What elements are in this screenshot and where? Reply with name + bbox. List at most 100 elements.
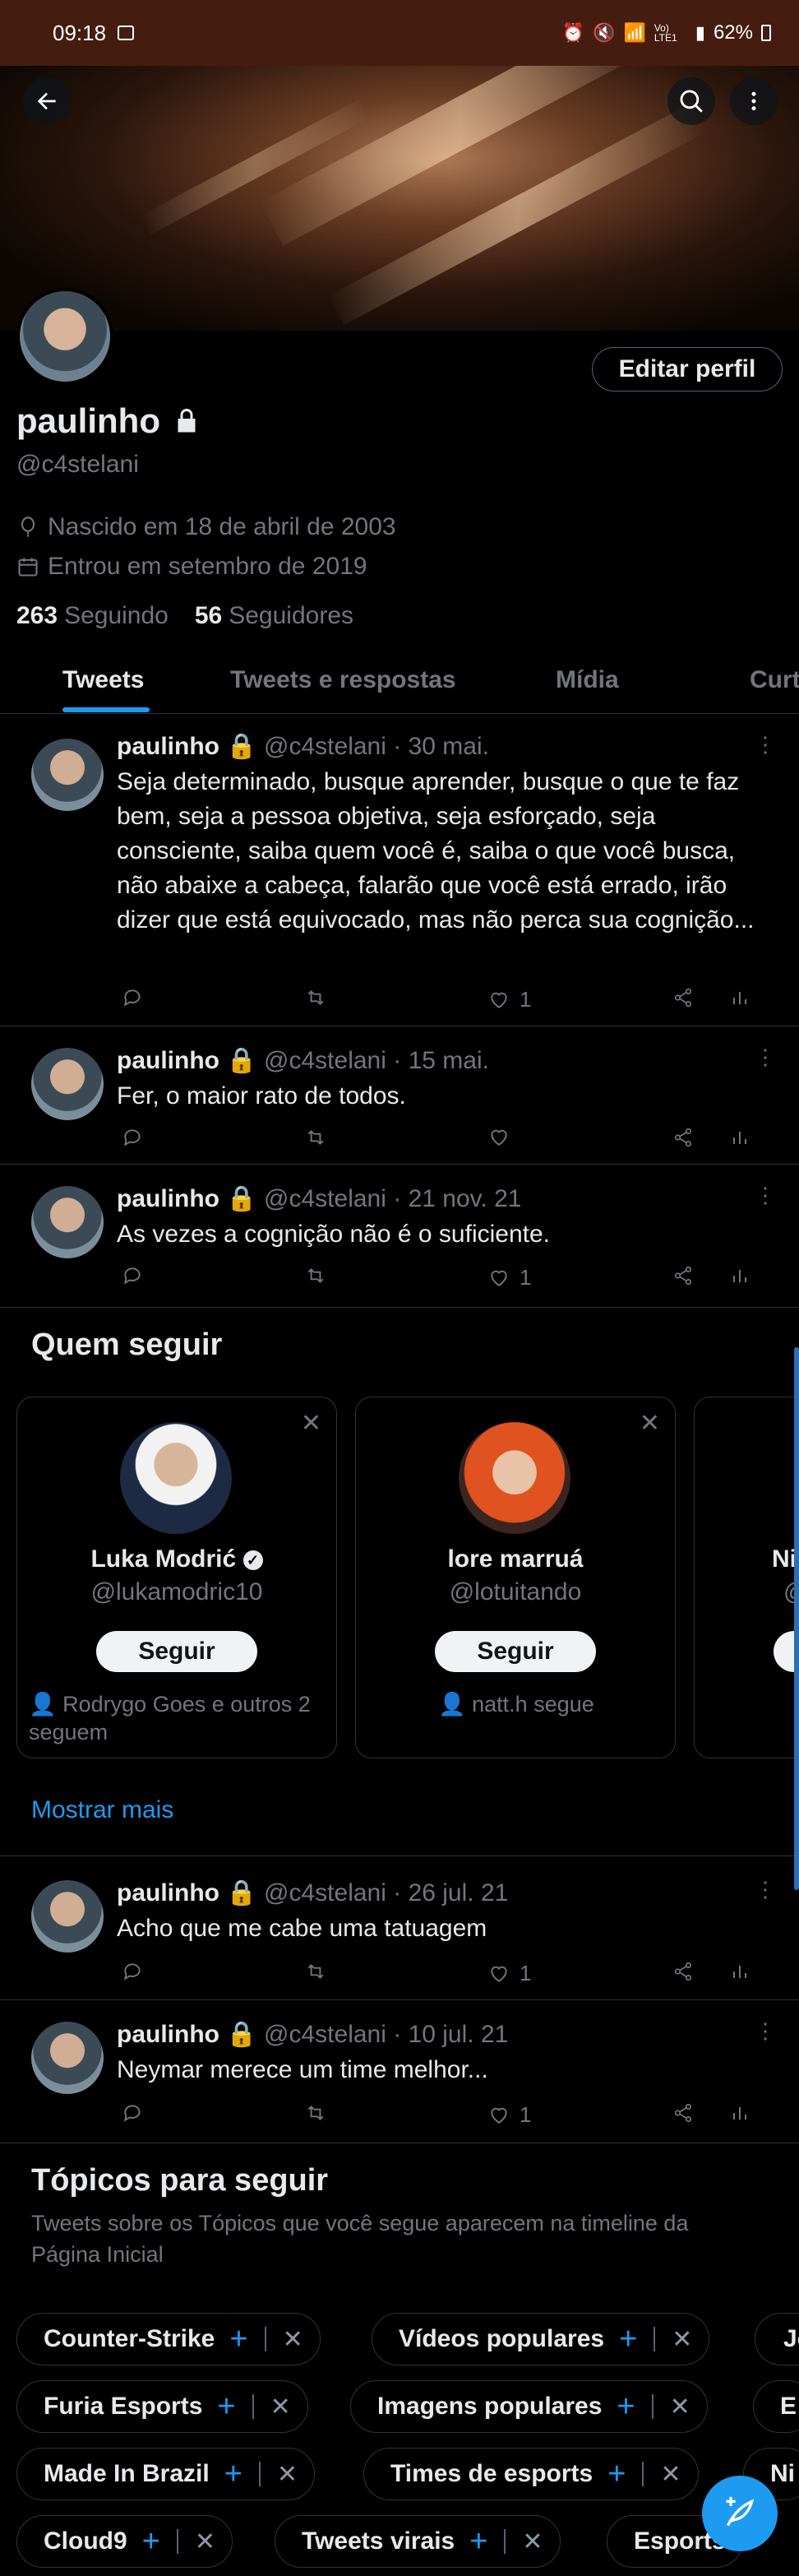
topic-chip[interactable]: Counter-Strike + ✕	[16, 2313, 321, 2365]
reply-icon[interactable]	[122, 1127, 143, 1148]
tweet-date[interactable]: 15 mai.	[409, 1047, 489, 1074]
tab-tweets[interactable]: Tweets	[62, 666, 144, 694]
follow-card[interactable]: ✕ Luka Modrić ✓ @lukamodric10 Seguir 👤 R…	[16, 1397, 337, 1758]
plus-icon[interactable]: +	[224, 2457, 242, 2492]
tab-media[interactable]: Mídia	[556, 666, 619, 694]
follow-button[interactable]: Seguir	[96, 1631, 257, 1672]
close-icon[interactable]: ✕	[522, 2527, 543, 2556]
plus-icon[interactable]: +	[619, 2322, 637, 2357]
tweet-date[interactable]: 21 nov. 21	[409, 1185, 522, 1212]
retweet-icon[interactable]	[304, 2102, 327, 2124]
tweet-more-icon[interactable]: ⋮	[755, 1183, 776, 1208]
share-icon[interactable]	[672, 1127, 694, 1148]
tweet[interactable]: paulinho 🔒 @c4stelani · 30 mai. ⋮ Seja d…	[0, 714, 799, 1026]
close-icon[interactable]: ✕	[660, 2460, 681, 2489]
tweet[interactable]: paulinho 🔒 @c4stelani · 15 mai. ⋮ Fer, o…	[0, 1026, 799, 1165]
plus-icon[interactable]: +	[469, 2524, 487, 2560]
topic-chip[interactable]: Made In Brazil + ✕	[16, 2448, 316, 2500]
show-more-link[interactable]: Mostrar mais	[31, 1796, 173, 1824]
follow-button[interactable]: Seguir	[435, 1631, 596, 1672]
topic-chip[interactable]: E	[753, 2380, 799, 2433]
tweet-author[interactable]: paulinho	[117, 1185, 219, 1212]
card-avatar[interactable]	[459, 1422, 570, 1534]
close-icon[interactable]: ✕	[301, 1409, 321, 1438]
close-icon[interactable]: ✕	[277, 2460, 298, 2489]
plus-icon[interactable]: +	[217, 2389, 235, 2425]
reply-icon[interactable]	[122, 1961, 143, 1982]
topic-chip[interactable]: Cloud9 + ✕	[16, 2515, 233, 2568]
share-icon[interactable]	[672, 1961, 694, 1982]
close-icon[interactable]: ✕	[270, 2393, 291, 2421]
tweet-avatar[interactable]	[31, 739, 104, 811]
follow-card[interactable]: ✕ lore marruá @lotuitando Seguir 👤 natt.…	[355, 1397, 676, 1758]
plus-icon[interactable]: +	[617, 2389, 635, 2425]
retweet-icon[interactable]	[304, 987, 327, 1008]
lock-icon: 🔒	[226, 733, 257, 760]
topic-chip[interactable]: Imagens populares + ✕	[350, 2380, 708, 2433]
plus-icon[interactable]: +	[142, 2524, 160, 2560]
search-button[interactable]	[667, 77, 715, 125]
tweet-avatar[interactable]	[31, 1048, 104, 1120]
close-icon[interactable]: ✕	[640, 1409, 660, 1438]
tweet-more-icon[interactable]: ⋮	[755, 1877, 776, 1902]
card-avatar[interactable]	[120, 1422, 232, 1534]
analytics-icon[interactable]	[730, 987, 750, 1008]
tweet[interactable]: paulinho 🔒 @c4stelani · 21 nov. 21 ⋮ As …	[0, 1165, 799, 1308]
reply-icon[interactable]	[122, 1265, 143, 1286]
tweet-avatar[interactable]	[31, 2022, 104, 2094]
topic-chip[interactable]: Times de esports + ✕	[363, 2448, 699, 2500]
tweet-more-icon[interactable]: ⋮	[755, 2018, 776, 2044]
plus-icon[interactable]: +	[607, 2457, 626, 2492]
tab-tweets-replies[interactable]: Tweets e respostas	[230, 666, 456, 694]
topic-chip[interactable]: Furia Esports + ✕	[16, 2380, 308, 2433]
like-button[interactable]: 1	[488, 1265, 531, 1290]
edit-profile-button[interactable]: Editar perfil	[592, 347, 783, 391]
tweet-date[interactable]: 10 jul. 21	[409, 2021, 509, 2048]
topic-chip[interactable]: Tweets virais + ✕	[275, 2515, 561, 2568]
tweet-date[interactable]: 30 mai.	[409, 733, 489, 760]
topic-chip[interactable]: Jo	[755, 2313, 799, 2365]
tweet[interactable]: paulinho 🔒 @c4stelani · 26 jul. 21 ⋮ Ach…	[0, 1856, 799, 2000]
scroll-indicator[interactable]	[794, 1347, 799, 1890]
like-button[interactable]	[488, 1127, 520, 1148]
tweet-more-icon[interactable]: ⋮	[755, 1045, 776, 1070]
tweet-date[interactable]: 26 jul. 21	[409, 1879, 509, 1907]
tweet-avatar[interactable]	[31, 1880, 104, 1953]
share-icon[interactable]	[672, 987, 694, 1008]
tab-likes[interactable]: Curtidas	[750, 666, 799, 694]
retweet-icon[interactable]	[304, 1961, 327, 1982]
tweet-author[interactable]: paulinho	[117, 1047, 219, 1074]
close-icon[interactable]: ✕	[672, 2325, 692, 2354]
tweet-more-icon[interactable]: ⋮	[755, 732, 776, 758]
tweet-author[interactable]: paulinho	[117, 733, 219, 760]
reply-icon[interactable]	[122, 2102, 143, 2124]
tweet[interactable]: paulinho 🔒 @c4stelani · 10 jul. 21 ⋮ Ney…	[0, 2000, 799, 2143]
retweet-icon[interactable]	[304, 1127, 327, 1148]
like-button[interactable]: 1	[488, 1961, 531, 1986]
retweet-icon[interactable]	[304, 1265, 327, 1286]
analytics-icon[interactable]	[730, 1265, 750, 1286]
compose-tweet-button[interactable]	[702, 2476, 778, 2551]
close-icon[interactable]: ✕	[670, 2393, 690, 2421]
analytics-icon[interactable]	[730, 1961, 750, 1982]
tweet-author[interactable]: paulinho	[117, 1879, 219, 1907]
topic-chip[interactable]: Vídeos populares + ✕	[372, 2313, 710, 2365]
tweet-avatar[interactable]	[31, 1186, 104, 1258]
followers-link[interactable]: 56 Seguidores	[195, 602, 353, 630]
back-button[interactable]	[23, 77, 71, 125]
plus-icon[interactable]: +	[229, 2322, 247, 2357]
close-icon[interactable]: ✕	[195, 2527, 215, 2556]
like-button[interactable]: 1	[488, 987, 531, 1012]
more-options-button[interactable]	[730, 77, 778, 125]
analytics-icon[interactable]	[730, 1127, 750, 1148]
like-button[interactable]: 1	[488, 2102, 531, 2128]
following-link[interactable]: 263 Seguindo	[16, 602, 169, 630]
follow-card[interactable]: Ni @	[694, 1397, 799, 1758]
tweet-author[interactable]: paulinho	[117, 2021, 219, 2048]
analytics-icon[interactable]	[730, 2102, 750, 2124]
profile-avatar[interactable]	[16, 288, 113, 385]
share-icon[interactable]	[672, 1265, 694, 1286]
share-icon[interactable]	[672, 2102, 694, 2124]
close-icon[interactable]: ✕	[283, 2325, 303, 2354]
reply-icon[interactable]	[122, 987, 143, 1008]
